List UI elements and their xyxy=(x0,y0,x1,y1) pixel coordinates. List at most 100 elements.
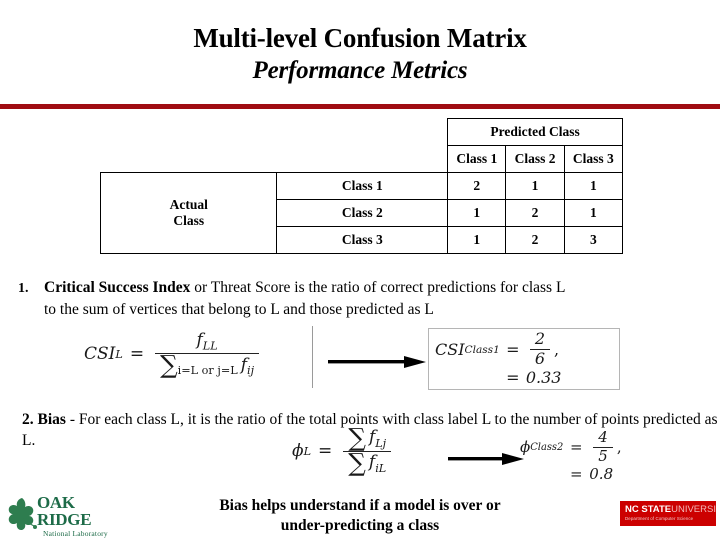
csi-term-bold: Critical Success Index xyxy=(44,279,191,296)
empty-corner-cell-b xyxy=(277,119,448,146)
empty-corner-cell-c xyxy=(101,146,277,173)
summation-icon-denominator: ∑ xyxy=(348,447,366,477)
csi-formula: CSI L = fLL ∑i=L or j=L fij xyxy=(84,331,263,380)
csi-vertical-divider xyxy=(312,326,314,388)
csi-summation-index: i=L or j=L xyxy=(177,363,238,377)
bottom-caption: Bias helps understand if a model is over… xyxy=(120,496,600,536)
csi-result-fraction: 2 6 xyxy=(529,329,550,368)
csi-fraction: fLL ∑i=L or j=L fij xyxy=(155,331,260,380)
empty-corner-cell-a xyxy=(101,119,277,146)
ncstate-logo-tagline: Department of Computer Science xyxy=(625,516,694,521)
table-row-predicted-header: Predicted Class xyxy=(101,118,623,146)
bullet-number-2: 2. xyxy=(22,411,38,428)
cell-r3c1: 1 xyxy=(447,226,507,254)
page-title: Multi-level Confusion Matrix xyxy=(193,23,527,53)
bias-equals-sign: = xyxy=(318,441,333,462)
csi-numerator: fLL xyxy=(191,331,222,353)
cell-r3c3: 3 xyxy=(563,226,624,254)
page-subtitle: Performance Metrics xyxy=(252,57,468,84)
csi-result-lhs: CSI Class1 xyxy=(435,340,500,359)
bias-result-comma: , xyxy=(616,438,622,457)
bottom-caption-line1: Bias helps understand if a model is over… xyxy=(219,497,501,514)
actual-class-header-line1: Actual xyxy=(169,197,208,212)
row-header-class-2: Class 2 xyxy=(276,199,449,227)
csi-result-fraction-wrap: 2 6 , xyxy=(526,329,562,368)
ornl-logo-tagline: National Laboratory xyxy=(43,529,108,538)
ornl-logo-text: OAK RIDGE National Laboratory xyxy=(37,494,108,538)
bias-result-fraction: 4 5 xyxy=(593,428,613,465)
csi-equals-sign: = xyxy=(129,344,145,365)
csi-result-grid: CSI Class1 = 2 6 , = 0.33 xyxy=(435,329,562,387)
title-divider-rule xyxy=(0,104,720,109)
column-header-class-2: Class 2 xyxy=(505,145,565,173)
bias-result-grid: ϕ Class2 = 4 5 , = 0.8 xyxy=(520,428,622,483)
column-header-class-1: Class 1 xyxy=(447,145,507,173)
column-header-class-3: Class 3 xyxy=(563,145,624,173)
csi-result-numerator: 2 xyxy=(534,329,545,349)
table-row-column-headers: Class 1 Class 2 Class 3 xyxy=(101,145,624,173)
arrow-right-icon-bias xyxy=(448,453,524,465)
csi-formula-lhs: CSI L xyxy=(84,344,123,364)
bottom-caption-line2: under-predicting a class xyxy=(280,517,440,534)
ncstate-logo-university: UNIVERSITY xyxy=(671,504,716,515)
csi-result-comma: , xyxy=(554,340,560,359)
cell-r2c1: 1 xyxy=(447,199,507,227)
bias-formula-lhs: ϕL xyxy=(292,441,311,461)
bias-formula: ϕL = ∑ fLj ∑ fiL xyxy=(292,423,395,477)
row-header-class-3: Class 3 xyxy=(276,226,449,254)
arrow-right-icon-svg-bias xyxy=(448,453,524,465)
csi-symbol: CSI xyxy=(84,344,116,365)
bias-numerator-subscript: Lj xyxy=(375,436,387,450)
bias-result-numerator: 4 xyxy=(598,428,608,446)
ncstate-logo-wordmark: NC STATEUNIVERSITY xyxy=(625,505,716,515)
csi-result-value: 0.33 xyxy=(525,367,562,387)
empty-corner-cell-d xyxy=(277,146,448,173)
csi-description-line1: or Threat Score is the ratio of correct … xyxy=(190,279,566,296)
arrow-right-icon-svg xyxy=(328,356,426,368)
row-header-class-1: Class 1 xyxy=(276,172,449,200)
bias-term-bold: Bias xyxy=(37,411,66,428)
csi-result-superscript: Class1 xyxy=(464,343,500,356)
bias-result-symbol: ϕ xyxy=(520,438,531,457)
ncstate-logo: NC STATEUNIVERSITY Department of Compute… xyxy=(620,501,716,526)
summation-icon: ∑ xyxy=(160,350,178,380)
csi-superscript-L: L xyxy=(115,347,123,361)
actual-class-header-line2: Class xyxy=(173,213,205,228)
csi-result-equals-1: = xyxy=(506,340,520,359)
bias-denominator: ∑ fiL xyxy=(343,447,392,477)
bias-denominator-subscript: iL xyxy=(375,461,387,475)
bias-result-fraction-wrap: 4 5 , xyxy=(589,428,622,465)
bias-result-value: 0.8 xyxy=(589,464,614,483)
csi-denominator: ∑i=L or j=L fij xyxy=(155,350,260,380)
bias-result-equals-2: = xyxy=(569,464,583,483)
cell-r1c2: 1 xyxy=(505,172,565,200)
actual-class-header: Actual Class xyxy=(99,172,278,254)
cell-r1c3: 1 xyxy=(563,172,624,200)
confusion-matrix-table: Predicted Class Class 1 Class 2 Class 3 … xyxy=(99,118,624,254)
bullet-number-1: 1. xyxy=(18,281,29,296)
bias-result-lhs: ϕ Class2 xyxy=(520,438,563,456)
bias-result-superscript: Class2 xyxy=(530,441,564,453)
table-row: Actual Class Class 1 2 1 1 xyxy=(99,172,624,254)
bias-result-equals-1: = xyxy=(569,438,583,457)
csi-result-equals-2: = xyxy=(506,367,520,387)
csi-result-symbol: CSI xyxy=(435,340,465,359)
bullet-item-csi: 1. Critical Success Index or Threat Score… xyxy=(18,278,720,320)
csi-result-box: CSI Class1 = 2 6 , = 0.33 xyxy=(428,328,620,390)
slide-canvas: Multi-level Confusion Matrix Performance… xyxy=(0,0,720,540)
oak-leaf-icon xyxy=(8,498,37,530)
predicted-class-header: Predicted Class xyxy=(447,118,623,146)
csi-description-line2: to the sum of vertices that belong to L … xyxy=(44,301,434,318)
bias-fraction: ∑ fLj ∑ fiL xyxy=(343,423,392,477)
summation-icon-numerator: ∑ xyxy=(348,423,366,452)
confusion-matrix: Predicted Class Class 1 Class 2 Class 3 … xyxy=(99,118,624,254)
bias-superscript-L: L xyxy=(303,444,312,458)
cell-r1c1: 2 xyxy=(447,172,507,200)
arrow-right-icon-csi xyxy=(328,356,426,368)
csi-result-denominator: 6 xyxy=(529,349,550,368)
bias-result-box: ϕ Class2 = 4 5 , = 0.8 xyxy=(520,428,710,483)
bias-result-denominator: 5 xyxy=(593,446,613,465)
cell-r3c2: 2 xyxy=(505,226,565,254)
cell-r2c3: 1 xyxy=(563,199,624,227)
phi-symbol: ϕ xyxy=(292,441,304,462)
